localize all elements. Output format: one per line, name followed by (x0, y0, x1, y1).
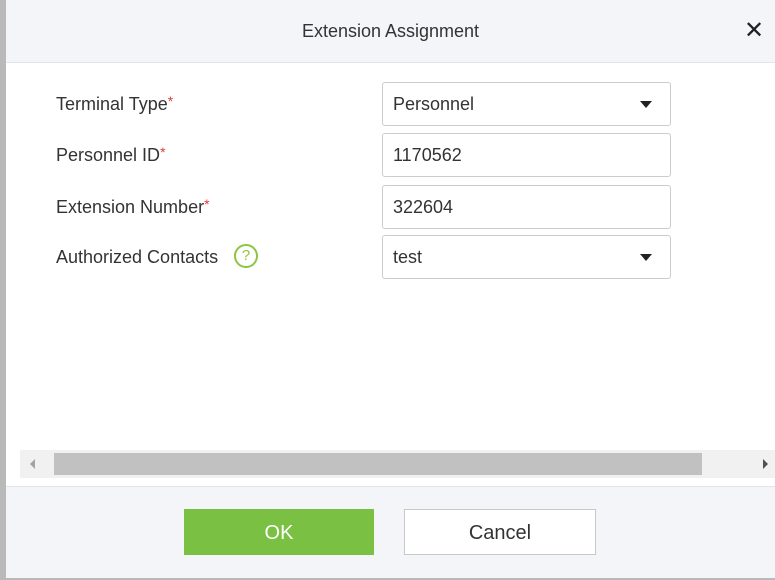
close-icon[interactable]: ✕ (740, 17, 768, 45)
scrollbar-thumb[interactable] (54, 453, 702, 475)
chevron-down-icon (640, 101, 652, 108)
personnel-id-value: 1170562 (393, 145, 462, 165)
terminal-type-label: Terminal Type* (56, 89, 173, 119)
extension-number-label-text: Extension Number (56, 197, 205, 217)
dialog-footer: OK Cancel (6, 486, 775, 578)
personnel-id-label-text: Personnel ID (56, 145, 161, 165)
terminal-type-value: Personnel (393, 94, 475, 114)
help-icon[interactable]: ? (234, 244, 259, 269)
personnel-id-field[interactable]: 1170562 (382, 133, 671, 177)
extension-number-value: 322604 (393, 197, 454, 217)
extension-assignment-dialog: Extension Assignment ✕ Terminal Type* Pe… (0, 0, 775, 580)
terminal-type-select[interactable]: Personnel (382, 82, 671, 126)
authorized-contacts-value: test (393, 247, 423, 267)
authorized-contacts-select[interactable]: test (382, 235, 671, 279)
authorized-contacts-label-text: Authorized Contacts (56, 247, 219, 267)
required-marker: * (204, 196, 210, 212)
horizontal-scrollbar[interactable] (20, 450, 775, 478)
required-marker: * (160, 144, 166, 160)
extension-number-label: Extension Number* (56, 192, 210, 222)
dialog-titlebar: Extension Assignment ✕ (6, 0, 775, 63)
required-marker: * (167, 93, 174, 109)
authorized-contacts-label: Authorized Contacts? (56, 242, 259, 272)
extension-number-field[interactable]: 322604 (382, 185, 671, 229)
scroll-right-icon[interactable] (763, 459, 768, 469)
personnel-id-label: Personnel ID* (56, 140, 166, 170)
terminal-type-label-text: Terminal Type (56, 94, 168, 114)
cancel-button[interactable]: Cancel (404, 509, 596, 555)
chevron-down-icon (640, 254, 652, 261)
dialog-title: Extension Assignment (301, 21, 480, 41)
ok-button[interactable]: OK (184, 509, 374, 555)
scroll-left-icon[interactable] (30, 459, 35, 469)
